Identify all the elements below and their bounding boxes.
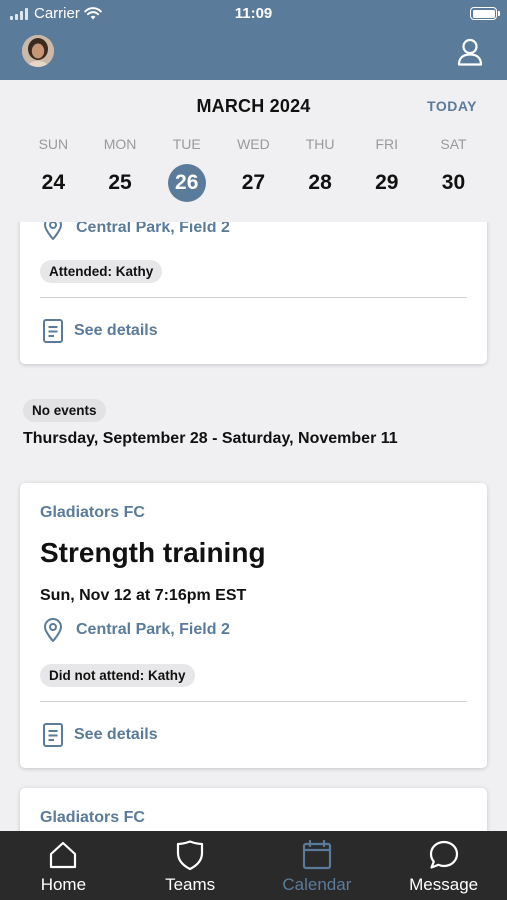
see-details-label: See details [74, 322, 158, 339]
location-label: Central Park, Field 2 [76, 621, 230, 638]
weekday-label: MON [103, 136, 137, 152]
chat-bubble-icon [429, 840, 458, 869]
top-bar: Carrier 11:09 [0, 0, 507, 80]
tab-label: Teams [165, 875, 216, 894]
date-cell-selected[interactable]: 26 [153, 164, 220, 202]
date-number: 25 [108, 171, 132, 194]
date-range: Thursday, September 28 - Saturday, Novem… [23, 430, 398, 447]
weekday-label: WED [237, 136, 270, 152]
tab-label: Calendar [282, 875, 352, 894]
weekday-label: FRI [375, 136, 399, 152]
event-card[interactable]: Gladiators FC Strength training Sun, Nov… [20, 483, 487, 768]
date-number: 26 [167, 164, 206, 202]
weekday-label: SAT [440, 136, 467, 152]
see-details-link[interactable]: See details [42, 722, 158, 748]
see-details-link[interactable]: See details [42, 318, 158, 344]
tab-label: Home [40, 875, 87, 894]
tab-home[interactable]: Home [0, 831, 127, 900]
avatar[interactable] [22, 35, 54, 67]
divider [40, 297, 467, 298]
profile-icon[interactable] [457, 38, 483, 66]
attendance-badge: Did not attend: Kathy [40, 664, 195, 687]
see-details-label: See details [74, 726, 158, 743]
weekday-label: TUE [172, 136, 201, 152]
calendar-icon [302, 839, 331, 870]
date-cell[interactable]: 25 [87, 164, 154, 202]
divider [40, 701, 467, 702]
date-row: 24 25 26 27 28 29 30 [20, 164, 487, 202]
date-number: 30 [441, 171, 466, 194]
tab-teams[interactable]: Teams [127, 831, 254, 900]
status-time: 11:09 [234, 5, 273, 22]
team-name: Gladiators FC [40, 809, 145, 826]
tab-bar: Home Teams Calendar Message [0, 831, 507, 900]
tab-message[interactable]: Message [380, 831, 507, 900]
date-number: 29 [375, 171, 399, 194]
tab-label: Message [409, 875, 479, 894]
date-cell[interactable]: 28 [287, 164, 354, 202]
date-cell[interactable]: 27 [220, 164, 287, 202]
date-number: 27 [241, 171, 266, 194]
date-number: 24 [41, 171, 66, 194]
event-card-partial[interactable]: Central Park, Field 2 Attended: Kathy Se… [20, 200, 487, 364]
home-icon [50, 841, 77, 869]
weekday-label: THU [305, 136, 335, 152]
date-cell[interactable]: 30 [420, 164, 487, 202]
document-icon [43, 723, 63, 747]
event-title: Strength training [40, 537, 266, 568]
no-events-badge: No events [23, 399, 106, 422]
team-name: Gladiators FC [40, 504, 145, 521]
tab-calendar[interactable]: Calendar [254, 831, 381, 900]
battery-icon [470, 7, 500, 20]
document-icon [43, 319, 63, 343]
shield-icon [177, 840, 204, 871]
today-button[interactable]: TODAY [427, 98, 477, 114]
event-location[interactable]: Central Park, Field 2 [42, 617, 230, 643]
weekday-label: SUN [38, 136, 69, 152]
status-bar: Carrier 11:09 [0, 0, 507, 28]
date-cell[interactable]: 24 [20, 164, 87, 202]
date-number: 28 [308, 171, 332, 194]
date-cell[interactable]: 29 [353, 164, 420, 202]
event-time: Sun, Nov 12 at 7:16pm EST [40, 587, 247, 604]
location-pin-icon [44, 618, 62, 642]
attendance-badge: Attended: Kathy [40, 260, 163, 283]
weekday-row: SUN MON TUE WED THU FRI SAT [20, 136, 487, 152]
